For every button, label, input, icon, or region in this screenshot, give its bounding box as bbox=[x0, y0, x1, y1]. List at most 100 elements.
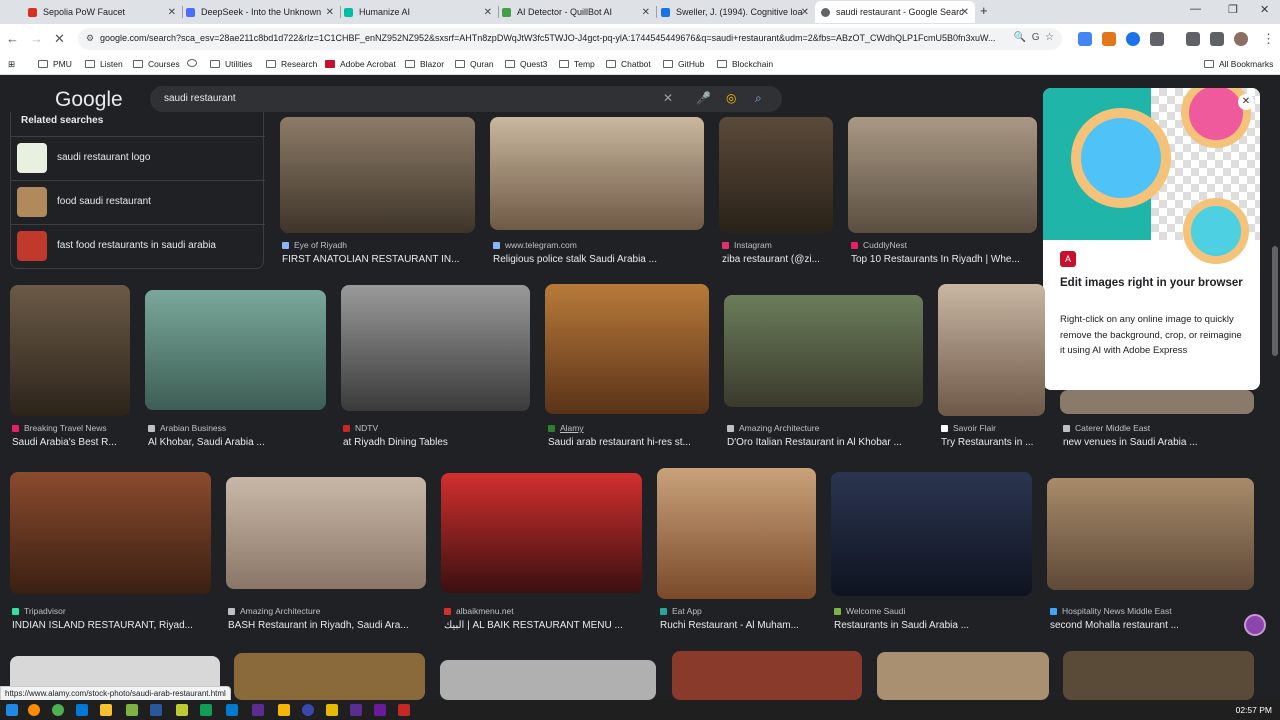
media-icon[interactable] bbox=[1210, 32, 1224, 46]
bookmark-quran[interactable]: Quran bbox=[455, 59, 494, 69]
result-title[interactable]: BASH Restaurant in Riyadh, Saudi Ara... bbox=[228, 620, 426, 631]
minimize-icon[interactable]: — bbox=[1190, 3, 1201, 15]
back-icon[interactable]: ← bbox=[6, 31, 19, 46]
sheets-icon[interactable] bbox=[200, 704, 212, 716]
bookmark-blazor[interactable]: Blazor bbox=[405, 59, 444, 69]
result-title[interactable]: Al Khobar, Saudi Arabia ... bbox=[148, 437, 328, 448]
search-input[interactable]: saudi restaurant ✕ 🎤 ◎ ⌕ bbox=[150, 86, 782, 112]
bookmark-listen[interactable]: Listen bbox=[85, 59, 123, 69]
result-image[interactable] bbox=[10, 285, 130, 416]
bookmark-utilities[interactable]: Utilities bbox=[210, 59, 252, 69]
tab-humanize[interactable]: Humanize AI ✕ bbox=[338, 1, 498, 23]
result-image[interactable] bbox=[1060, 390, 1254, 414]
result-title[interactable]: D'Oro Italian Restaurant in Al Khobar ..… bbox=[727, 437, 923, 448]
result-image[interactable] bbox=[877, 652, 1049, 700]
bookmark-pmu[interactable]: PMU bbox=[38, 59, 72, 69]
result-title[interactable]: Restaurants in Saudi Arabia ... bbox=[834, 620, 1032, 631]
result-image[interactable] bbox=[848, 117, 1037, 233]
omnibox-actions[interactable]: 🔍 G ☆ bbox=[1014, 32, 1054, 43]
result-image[interactable] bbox=[657, 468, 816, 599]
visual-studio-icon[interactable] bbox=[350, 704, 362, 716]
file-explorer-icon[interactable] bbox=[100, 704, 112, 716]
clear-icon[interactable]: ✕ bbox=[663, 91, 673, 105]
result-image[interactable] bbox=[724, 295, 923, 407]
related-item[interactable]: food saudi restaurant bbox=[11, 180, 265, 224]
result-title[interactable]: Ruchi Restaurant - Al Muham... bbox=[660, 620, 816, 631]
close-icon[interactable]: ✕ bbox=[484, 7, 492, 18]
window-close-icon[interactable]: ✕ bbox=[1260, 3, 1269, 16]
app-icon[interactable] bbox=[126, 704, 138, 716]
close-icon[interactable]: ✕ bbox=[168, 7, 176, 18]
new-tab-button[interactable]: + bbox=[980, 3, 988, 18]
close-icon[interactable]: ✕ bbox=[1238, 94, 1254, 110]
tab-deepseek[interactable]: DeepSeek - Into the Unknown ✕ bbox=[180, 1, 340, 23]
stop-icon[interactable]: ✕ bbox=[54, 31, 65, 47]
result-image[interactable] bbox=[234, 653, 425, 700]
vscode-icon[interactable] bbox=[226, 704, 238, 716]
apps-icon[interactable]: ⊞ bbox=[8, 59, 15, 70]
tab-saudi-restaurant[interactable]: saudi restaurant - Google Searc ✕ bbox=[815, 1, 975, 23]
result-title[interactable]: new venues in Saudi Arabia ... bbox=[1063, 437, 1253, 448]
extensions-puzzle-icon[interactable] bbox=[1150, 32, 1164, 46]
app-icon[interactable] bbox=[28, 704, 40, 716]
app-icon[interactable] bbox=[302, 704, 314, 716]
result-image[interactable] bbox=[1047, 478, 1254, 590]
bookmark-quest3[interactable]: Quest3 bbox=[505, 59, 547, 69]
result-image[interactable] bbox=[719, 117, 833, 233]
visual-studio-icon[interactable] bbox=[252, 704, 264, 716]
result-image[interactable] bbox=[280, 117, 475, 233]
clock[interactable]: 02:57 PM bbox=[1236, 705, 1272, 715]
bookmark-research[interactable]: Research bbox=[266, 59, 317, 69]
app-icon[interactable] bbox=[278, 704, 290, 716]
result-title[interactable]: FIRST ANATOLIAN RESTAURANT IN... bbox=[282, 254, 472, 265]
word-icon[interactable] bbox=[150, 704, 162, 716]
result-image[interactable] bbox=[441, 473, 642, 593]
result-image[interactable] bbox=[672, 651, 862, 700]
address-bar[interactable]: ⚙ google.com/search?sca_esv=28ae211c8bd1… bbox=[78, 28, 1062, 50]
app-icon[interactable] bbox=[398, 704, 410, 716]
close-icon[interactable]: ✕ bbox=[326, 7, 334, 18]
menu-icon[interactable]: ⋮ bbox=[1262, 31, 1275, 47]
chrome-icon[interactable] bbox=[52, 704, 64, 716]
download-icon[interactable] bbox=[1186, 32, 1200, 46]
bookmark-temp[interactable]: Temp bbox=[559, 59, 595, 69]
lens-icon[interactable]: ◎ bbox=[726, 91, 736, 105]
outlook-icon[interactable] bbox=[76, 704, 88, 716]
result-title[interactable]: Saudi arab restaurant hi-res st... bbox=[548, 437, 710, 448]
result-image[interactable] bbox=[1063, 651, 1254, 700]
close-icon[interactable]: ✕ bbox=[642, 7, 650, 18]
bookmark-adobe-acrobat[interactable]: Adobe Acrobat bbox=[325, 59, 396, 69]
related-item[interactable]: fast food restaurants in saudi arabia bbox=[11, 224, 265, 268]
start-icon[interactable] bbox=[6, 704, 18, 716]
metamask-icon[interactable] bbox=[1102, 32, 1116, 46]
result-title[interactable]: البيك | AL BAIK RESTAURANT MENU ... bbox=[444, 620, 642, 631]
result-image[interactable] bbox=[938, 284, 1045, 416]
related-item[interactable]: saudi restaurant logo bbox=[11, 136, 265, 180]
result-image[interactable] bbox=[226, 477, 426, 589]
google-logo[interactable]: Google bbox=[55, 88, 123, 112]
close-icon[interactable]: ✕ bbox=[801, 7, 809, 18]
microphone-icon[interactable]: 🎤 bbox=[696, 91, 711, 105]
result-image[interactable] bbox=[341, 285, 530, 411]
result-title[interactable]: Religious police stalk Saudi Arabia ... bbox=[493, 254, 703, 265]
scrollbar[interactable] bbox=[1272, 246, 1278, 356]
all-bookmarks[interactable]: All Bookmarks bbox=[1204, 59, 1273, 69]
bookmark-chatbot[interactable]: Chatbot bbox=[606, 59, 651, 69]
result-title[interactable]: Saudi Arabia's Best R... bbox=[12, 437, 130, 448]
extension-icon[interactable] bbox=[1078, 32, 1092, 46]
maximize-icon[interactable]: ❐ bbox=[1228, 3, 1238, 16]
tab-quillbot[interactable]: AI Detector - QuillBot AI ✕ bbox=[496, 1, 656, 23]
app-icon[interactable] bbox=[326, 704, 338, 716]
bookmark-courses[interactable]: Courses bbox=[133, 59, 180, 69]
tab-sepolia[interactable]: Sepolia PoW Faucet ✕ bbox=[22, 1, 182, 23]
app-icon[interactable] bbox=[176, 704, 188, 716]
result-title[interactable]: second Mohalla restaurant ... bbox=[1050, 620, 1254, 631]
result-image[interactable] bbox=[831, 472, 1032, 596]
site-info-icon[interactable]: ⚙ bbox=[86, 33, 94, 44]
bookmark-utilities[interactable] bbox=[187, 59, 202, 67]
forward-icon[interactable]: → bbox=[30, 31, 43, 46]
search-icon[interactable]: ⌕ bbox=[755, 91, 762, 106]
result-title[interactable]: ziba restaurant (@zi... bbox=[722, 254, 832, 265]
close-icon[interactable]: ✕ bbox=[961, 7, 969, 18]
result-title[interactable]: Try Restaurants in ... bbox=[941, 437, 1045, 448]
